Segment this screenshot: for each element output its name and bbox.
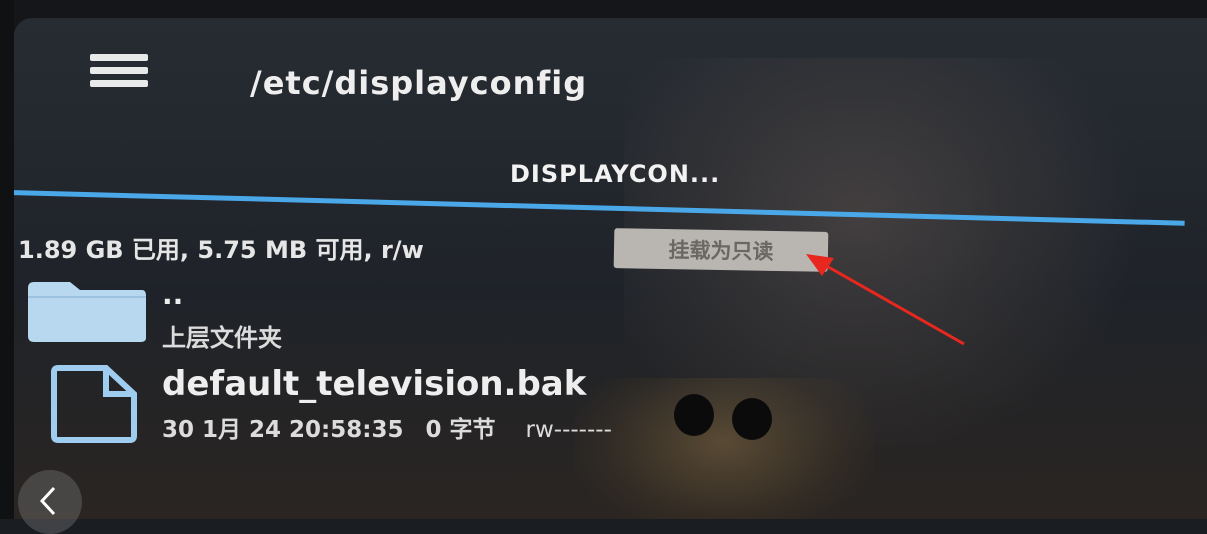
file-icon — [51, 365, 137, 443]
file-meta: 30 1月 24 20:58:35 0 字节 rw------- — [162, 410, 612, 444]
device-bezel-left — [0, 0, 14, 519]
annotation-arrow-icon — [806, 254, 965, 346]
file-permissions: rw------- — [525, 417, 612, 443]
mount-readonly-button[interactable]: 挂载为只读 — [613, 228, 829, 272]
file-size: 0 字节 — [425, 417, 496, 443]
hamburger-menu-icon[interactable] — [90, 54, 148, 92]
current-path-title: /etc/displayconfig — [250, 64, 588, 102]
app-screen: /etc/displayconfig DISPLAYCON... 1.89 GB… — [14, 18, 1207, 519]
tab-displayconfig[interactable]: DISPLAYCON... — [510, 160, 720, 188]
storage-info: 1.89 GB 已用, 5.75 MB 可用, r/w — [18, 236, 424, 264]
folder-icon — [28, 282, 146, 342]
reflection-detail — [732, 398, 772, 440]
file-name: default_television.bak — [162, 364, 587, 404]
file-date: 30 1月 24 20:58:35 — [162, 417, 404, 443]
file-subtitle: 上层文件夹 — [162, 324, 282, 352]
file-name: .. — [162, 278, 184, 311]
chevron-left-icon — [39, 486, 56, 516]
list-item-parent-folder[interactable]: .. 上层文件夹 — [24, 278, 724, 358]
back-button[interactable] — [18, 470, 82, 534]
list-item-file[interactable]: default_television.bak 30 1月 24 20:58:35… — [24, 364, 724, 444]
